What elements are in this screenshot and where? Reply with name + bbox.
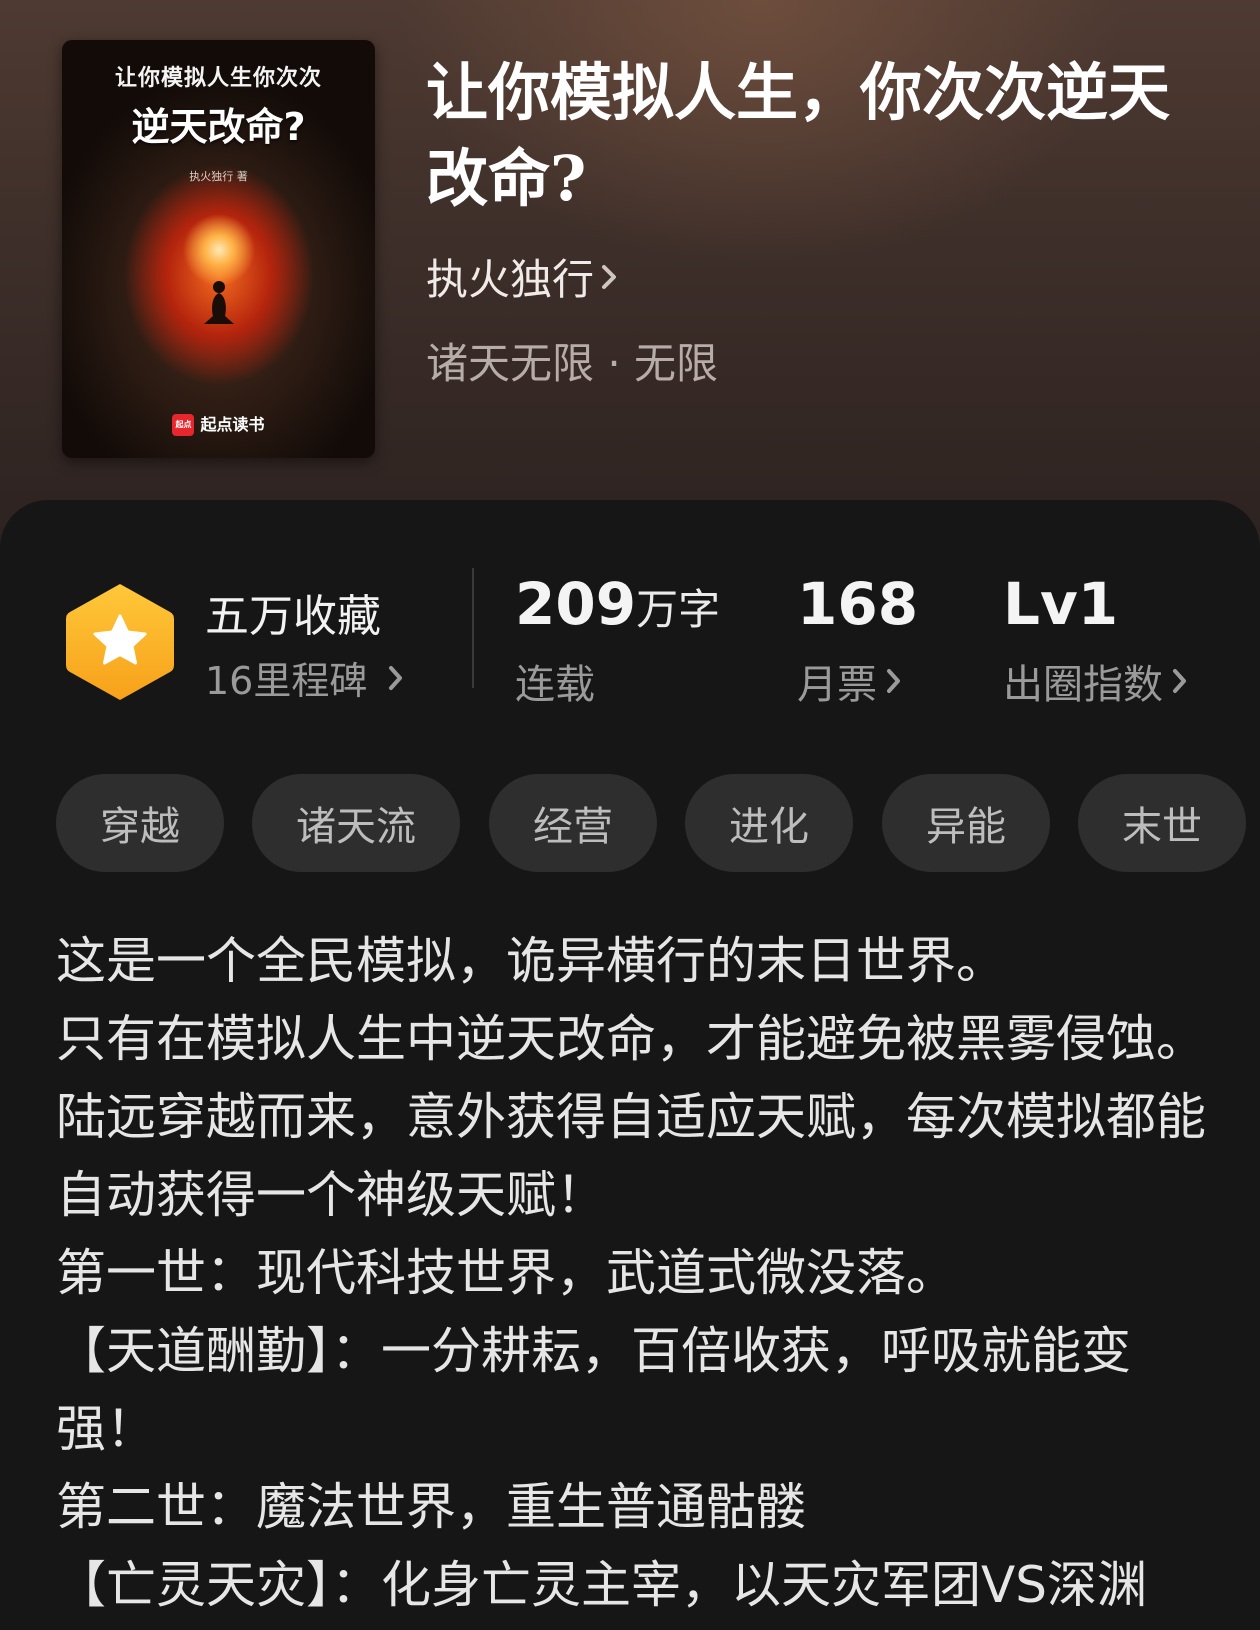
book-title: 让你模拟人生，你次次逆天改命? [426, 56, 1171, 215]
author-name: 执火独行 [426, 255, 595, 304]
cover-brand-label: 起点读书 [200, 414, 265, 434]
chevron-right-icon [389, 665, 403, 690]
tag-chip[interactable]: 诸天流 [252, 774, 460, 872]
chevron-right-icon [602, 264, 617, 289]
word-count: 209万字 [515, 570, 720, 638]
synopsis-paragraph: 【天道酬勤】：一分耕耘，百倍收获，呼吸就能变强！ [56, 1322, 1131, 1458]
chevron-right-icon [1173, 669, 1186, 693]
monthly-votes-link[interactable]: 月票 [797, 652, 911, 710]
cover-title-big: 逆天改命? [131, 105, 306, 149]
synopsis-paragraph: 第二世：魔法世界，重生普通骷髅 [56, 1478, 806, 1536]
tag-chip[interactable]: 穿越 [56, 774, 224, 872]
cover-title-small: 让你模拟人生你次次 [114, 66, 322, 91]
tag-chip[interactable]: 末世 [1078, 774, 1246, 872]
tag-chip[interactable]: 进化 [685, 774, 853, 872]
monthly-votes-label: 月票 [797, 662, 877, 708]
synopsis-paragraph: 【亡灵天灾】：化身亡灵主宰，以天灾军团VS深渊 [56, 1556, 1147, 1614]
synopsis-paragraph: 只有在模拟人生中逆天改命，才能避免被黑雾侵蚀。 [56, 1010, 1206, 1068]
tag-list: 穿越 诸天流 经营 进化 异能 末世 [56, 774, 1260, 874]
tag-chip[interactable]: 经营 [489, 774, 657, 872]
serial-status: 连载 [515, 662, 595, 708]
synopsis-paragraph: 这是一个全民模拟，诡异横行的末日世界。 [56, 932, 1006, 990]
popularity-index-label: 出圈指数 [1003, 662, 1163, 708]
book-genre: 诸天无限 · 无限 [426, 339, 719, 388]
chevron-right-icon [887, 669, 900, 693]
milestones-link[interactable]: 16里程碑 [205, 650, 411, 705]
cover-author: 执火独行 著 [189, 170, 248, 183]
popularity-index-link[interactable]: 出圈指数 [1003, 652, 1197, 710]
monthly-votes-count: 168 [797, 570, 919, 638]
author-link[interactable]: 执火独行 [426, 246, 624, 307]
stats-divider [472, 568, 474, 688]
tag-chip[interactable]: 异能 [882, 774, 1050, 872]
favorites-count: 五万收藏 [205, 591, 381, 642]
cover-brand: 起点 起点读书 [62, 411, 375, 436]
book-cover[interactable]: 让你模拟人生你次次 逆天改命? 执火独行 著 起点 起点读书 [62, 40, 375, 458]
word-count-number: 209 [515, 570, 637, 638]
synopsis-paragraph: 第一世：现代科技世界，武道式微没落。 [56, 1244, 956, 1302]
synopsis-paragraph: 陆远穿越而来，意外获得自适应天赋，每次模拟都能自动获得一个神级天赋！ [56, 1088, 1206, 1224]
synopsis[interactable]: 这是一个全民模拟，诡异横行的末日世界。 只有在模拟人生中逆天改命，才能避免被黑雾… [56, 922, 1206, 1624]
meditating-figure-icon [204, 281, 234, 324]
word-count-unit: 万字 [636, 585, 721, 634]
qidian-logo-icon: 起点 [172, 414, 195, 436]
level-value: Lv1 [1003, 570, 1119, 638]
star-badge-icon [66, 584, 174, 700]
milestones-label: 16里程碑 [205, 659, 368, 703]
